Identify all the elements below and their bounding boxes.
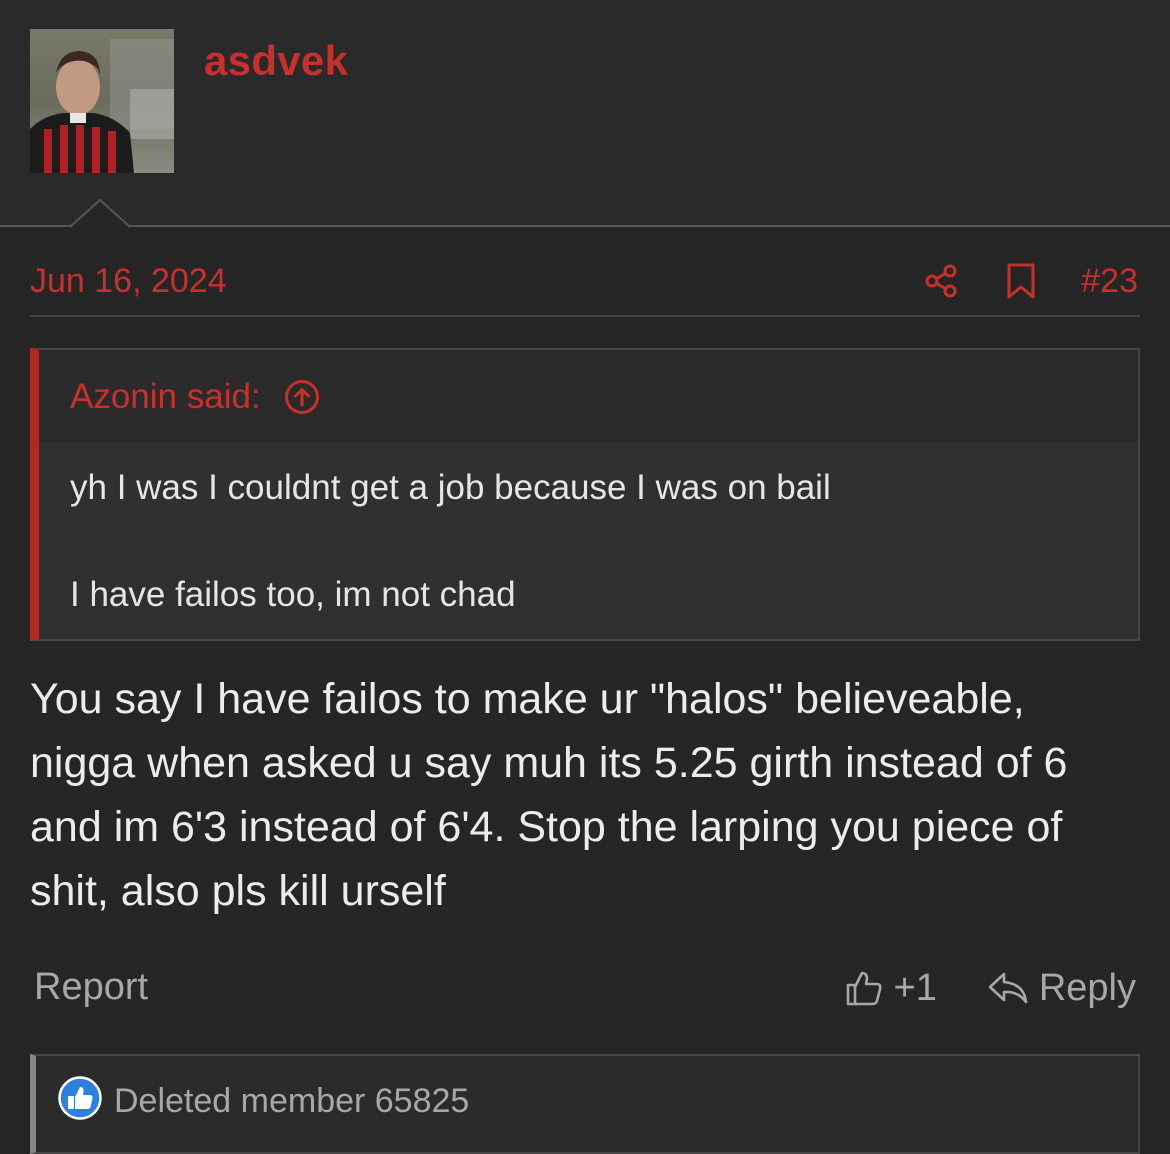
meta-divider	[30, 315, 1140, 317]
thumbs-up-icon	[844, 968, 884, 1008]
user-header: asdvek	[0, 0, 1170, 226]
post-meta-actions: #23	[921, 259, 1138, 303]
reactions-member-link[interactable]: Deleted member 65825	[114, 1082, 469, 1121]
user-avatar[interactable]	[30, 29, 174, 173]
post-message: You say I have failos to make ur "halos"…	[30, 667, 1140, 923]
reply-icon	[987, 968, 1029, 1008]
quote-line: yh I was I couldnt get a job because I w…	[70, 468, 831, 507]
arrow-up-circle-icon[interactable]	[283, 378, 321, 416]
post-message-text: You say I have failos to make ur "halos"…	[30, 675, 1068, 915]
reactions-bar: Deleted member 65825	[30, 1054, 1140, 1154]
thumbs-up-badge-icon	[58, 1076, 102, 1120]
username[interactable]: asdvek	[204, 37, 348, 85]
reply-button[interactable]: Reply	[987, 967, 1136, 1010]
quote-line: I have failos too, im not chad	[70, 575, 516, 614]
share-icon[interactable]	[921, 261, 961, 301]
quote-body: yh I was I couldnt get a job because I w…	[39, 442, 1138, 639]
quote-block: Azonin said: yh I was I couldnt get a jo…	[30, 348, 1140, 641]
reply-label: Reply	[1038, 966, 1136, 1009]
header-arrow-pointer	[70, 199, 130, 228]
quote-author-link[interactable]: Azonin said:	[70, 377, 261, 417]
post-number-link[interactable]: #23	[1081, 262, 1138, 301]
report-button[interactable]: Report	[34, 966, 148, 1009]
avatar-photo	[30, 29, 174, 173]
quote-header: Azonin said:	[39, 350, 1138, 442]
like-button[interactable]: +1	[844, 967, 937, 1010]
like-count: +1	[893, 966, 937, 1009]
header-divider	[0, 225, 1170, 227]
post-date-link[interactable]: Jun 16, 2024	[30, 262, 227, 301]
post-footer-actions: +1 Reply	[844, 962, 1136, 1014]
bookmark-icon[interactable]	[1001, 261, 1041, 301]
